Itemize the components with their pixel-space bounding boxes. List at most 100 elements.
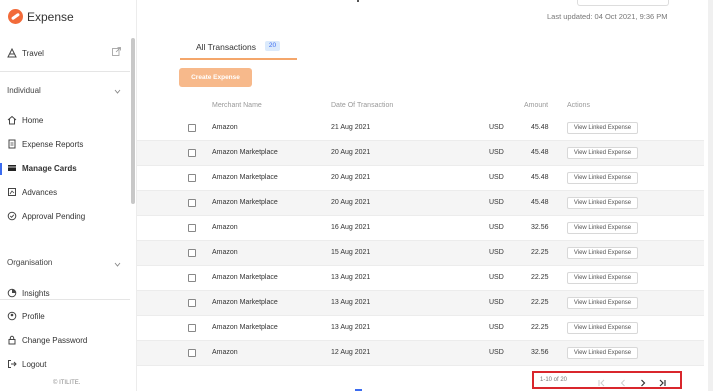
tab-active-underline [180,58,297,60]
row-checkbox[interactable] [188,324,196,332]
sidebar-item-insights[interactable]: Insights [7,288,50,298]
transaction-date: 12 Aug 2021 [331,349,371,356]
external-link-icon[interactable] [112,47,121,56]
travel-icon [7,48,17,58]
amount: 22.25 [531,324,549,331]
transaction-date: 13 Aug 2021 [331,274,371,281]
transaction-date: 13 Aug 2021 [331,299,371,306]
column-header-actions: Actions [567,102,590,109]
row-checkbox[interactable] [188,149,196,157]
view-linked-expense-button[interactable]: View Linked Expense [567,247,638,259]
amount: 45.48 [531,174,549,181]
row-checkbox[interactable] [188,349,196,357]
sidebar-item-expense-reports[interactable]: Expense Reports [7,139,83,149]
column-header-amount: Amount [524,102,549,109]
pagination: 1-10 of 20 [532,371,682,389]
merchant-name: Amazon [212,349,238,356]
table-row[interactable]: Amazon Marketplace 13 Aug 2021 USD 22.25 Vie… [137,316,704,341]
sidebar-item-travel[interactable]: Travel [7,48,44,58]
view-linked-expense-button[interactable]: View Linked Expense [567,197,638,209]
active-indicator [0,163,2,175]
currency: USD [489,199,504,206]
sidebar-item-label: Change Password [22,335,88,345]
logo-icon [8,9,23,24]
prev-page-icon[interactable] [618,375,628,387]
currency: USD [489,224,504,231]
currency: USD [489,124,504,131]
row-checkbox[interactable] [188,249,196,257]
currency: USD [489,174,504,181]
chevron-down-icon[interactable] [114,88,121,95]
sidebar-item-profile[interactable]: Profile [7,311,45,321]
sidebar-item-advances[interactable]: Advances [7,187,57,197]
page-scrollbar[interactable] [708,0,713,391]
merchant-name: Amazon Marketplace [212,274,278,281]
currency: USD [489,299,504,306]
transaction-date: 20 Aug 2021 [331,174,371,181]
chevron-down-icon[interactable] [114,261,121,268]
sidebar-item-home[interactable]: Home [7,115,43,125]
table-row[interactable]: Amazon Marketplace 20 Aug 2021 USD 45.48 Vie… [137,141,704,166]
currency: USD [489,324,504,331]
view-linked-expense-button[interactable]: View Linked Expense [567,272,638,284]
sidebar-item-label: Insights [22,288,50,298]
logout-icon [7,359,17,369]
sidebar-item-label: Logout [22,359,47,369]
currency: USD [489,249,504,256]
table-row[interactable]: Amazon 21 Aug 2021 USD 45.48 View Linked Exp… [137,116,704,141]
table-row[interactable]: Amazon 12 Aug 2021 USD 32.56 View Linked Exp… [137,341,704,366]
tab-all-transactions[interactable]: All Transactions 20 [180,38,297,60]
last-updated-text: Last updated: 04 Oct 2021, 9:36 PM [547,12,668,21]
first-page-icon[interactable] [596,375,606,387]
view-linked-expense-button[interactable]: View Linked Expense [567,222,638,234]
view-linked-expense-button[interactable]: View Linked Expense [567,147,638,159]
view-linked-expense-button[interactable]: View Linked Expense [567,122,638,134]
merchant-name: Amazon Marketplace [212,299,278,306]
row-checkbox[interactable] [188,224,196,232]
transaction-date: 13 Aug 2021 [331,324,371,331]
view-linked-expense-button[interactable]: View Linked Expense [567,172,638,184]
sidebar-item-label: Profile [22,311,45,321]
table-row[interactable]: Amazon 16 Aug 2021 USD 32.56 View Linked Exp… [137,216,704,241]
table-row[interactable]: Amazon Marketplace 13 Aug 2021 USD 22.25 Vie… [137,291,704,316]
amount: 22.25 [531,249,549,256]
decorative-dot [357,0,359,2]
sidebar-scrollbar[interactable] [131,38,135,204]
sidebar-item-approval-pending[interactable]: Approval Pending [7,211,85,221]
table-row[interactable]: Amazon 15 Aug 2021 USD 22.25 View Linked Exp… [137,241,704,266]
create-expense-button[interactable]: Create Expense [179,68,252,87]
sidebar-item-manage-cards[interactable]: Manage Cards [7,163,77,173]
table-row[interactable]: Amazon Marketplace 13 Aug 2021 USD 22.25 Vie… [137,266,704,291]
view-linked-expense-button[interactable]: View Linked Expense [567,347,638,359]
section-organisation[interactable]: Organisation [7,258,52,267]
row-checkbox[interactable] [188,199,196,207]
row-checkbox[interactable] [188,174,196,182]
footer-copyright: © ITILITE. [53,380,81,386]
top-control[interactable] [577,0,669,6]
merchant-name: Amazon Marketplace [212,324,278,331]
sidebar-item-logout[interactable]: Logout [7,359,46,369]
next-page-icon[interactable] [638,375,648,387]
column-header-date: Date Of Transaction [331,102,394,109]
sidebar-item-change-password[interactable]: Change Password [7,335,87,345]
amount: 22.25 [531,299,549,306]
report-icon [7,139,17,149]
amount: 45.48 [531,199,549,206]
section-individual[interactable]: Individual [7,86,41,95]
lock-icon [7,335,17,345]
amount: 45.48 [531,124,549,131]
last-page-icon[interactable] [658,375,668,387]
app-logo[interactable]: Expense [8,9,74,24]
view-linked-expense-button[interactable]: View Linked Expense [567,322,638,334]
table-row[interactable]: Amazon Marketplace 20 Aug 2021 USD 45.48 Vie… [137,166,704,191]
currency: USD [489,349,504,356]
app-name: Expense [27,9,74,24]
row-checkbox[interactable] [188,299,196,307]
transaction-date: 16 Aug 2021 [331,224,371,231]
row-checkbox[interactable] [188,124,196,132]
view-linked-expense-button[interactable]: View Linked Expense [567,297,638,309]
card-icon [7,163,17,173]
table-row[interactable]: Amazon Marketplace 20 Aug 2021 USD 45.48 Vie… [137,191,704,216]
row-checkbox[interactable] [188,274,196,282]
currency: USD [489,274,504,281]
